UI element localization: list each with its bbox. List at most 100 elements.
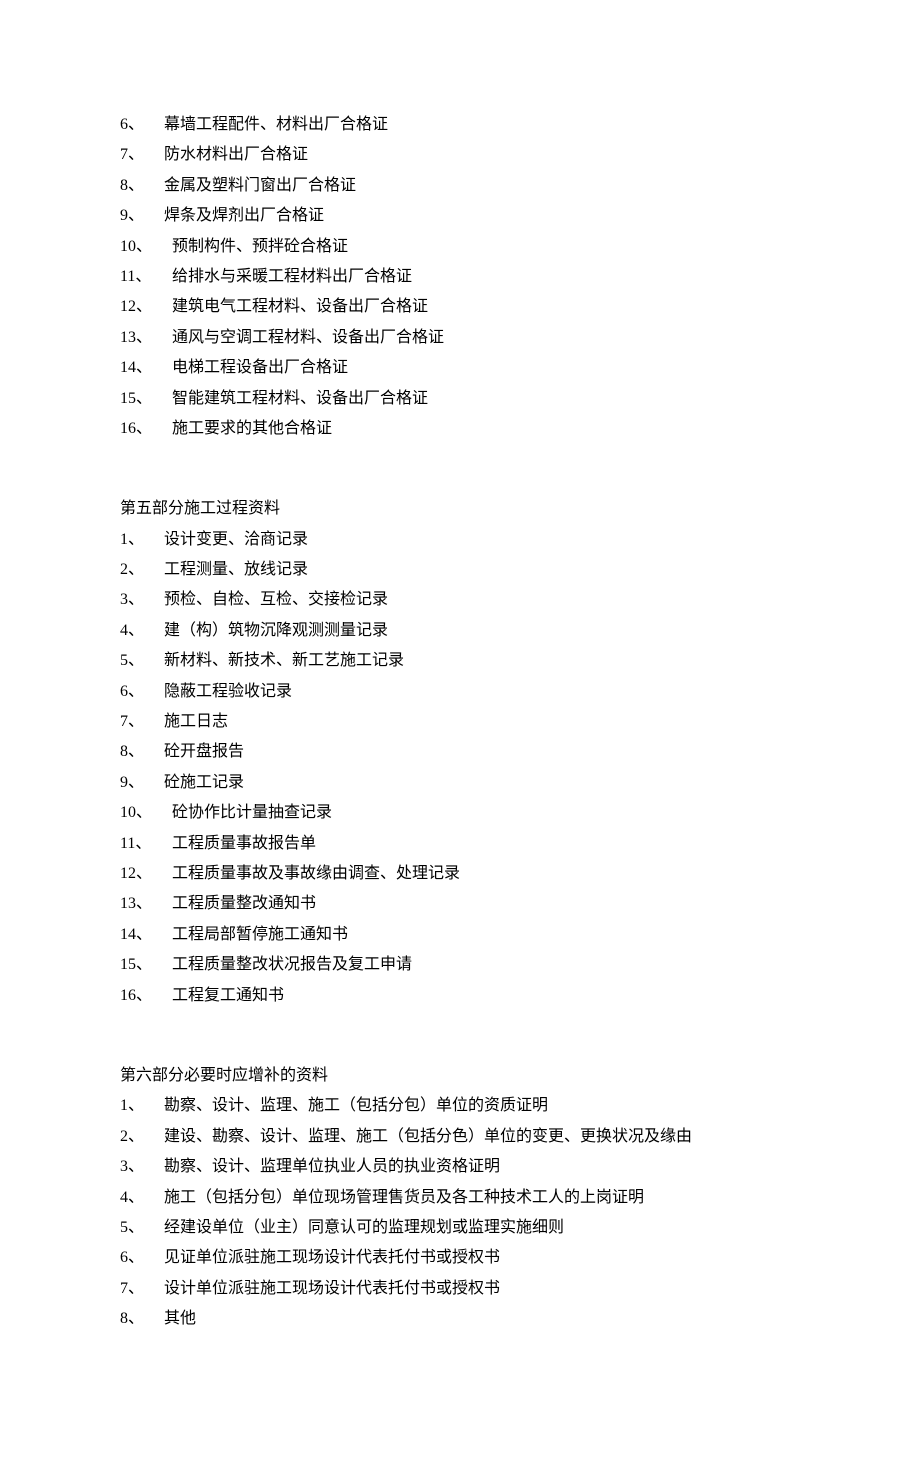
item-number: 10、 xyxy=(120,232,172,262)
list-item: 7、 设计单位派驻施工现场设计代表托付书或授权书 xyxy=(120,1274,800,1304)
list-item: 6、 幕墙工程配件、材料出厂合格证 xyxy=(120,110,800,140)
section-title: 第五部分施工过程资料 xyxy=(120,494,800,524)
item-text: 工程质量整改状况报告及复工申请 xyxy=(172,950,800,980)
item-number: 13、 xyxy=(120,323,172,353)
list-item: 5、 经建设单位（业主）同意认可的监理规划或监理实施细则 xyxy=(120,1213,800,1243)
list-item: 11、 给排水与采暖工程材料出厂合格证 xyxy=(120,262,800,292)
list-item: 15、 智能建筑工程材料、设备出厂合格证 xyxy=(120,384,800,414)
item-number: 16、 xyxy=(120,981,172,1011)
list-item: 9、 焊条及焊剂出厂合格证 xyxy=(120,201,800,231)
list-item: 12、 建筑电气工程材料、设备出厂合格证 xyxy=(120,292,800,322)
item-text: 隐蔽工程验收记录 xyxy=(164,677,800,707)
list-item: 3、 勘察、设计、监理单位执业人员的执业资格证明 xyxy=(120,1152,800,1182)
item-number: 2、 xyxy=(120,555,164,585)
item-number: 15、 xyxy=(120,950,172,980)
item-text: 设计变更、洽商记录 xyxy=(164,525,800,555)
section-6: 第六部分必要时应增补的资料 1、 勘察、设计、监理、施工（包括分包）单位的资质证… xyxy=(120,1061,800,1335)
item-number: 8、 xyxy=(120,171,164,201)
item-text: 防水材料出厂合格证 xyxy=(164,140,800,170)
item-text: 施工日志 xyxy=(164,707,800,737)
item-text: 工程质量整改通知书 xyxy=(172,889,800,919)
list-item: 2、 工程测量、放线记录 xyxy=(120,555,800,585)
list-item: 13、 通风与空调工程材料、设备出厂合格证 xyxy=(120,323,800,353)
item-number: 16、 xyxy=(120,414,172,444)
item-text: 工程质量事故报告单 xyxy=(172,829,800,859)
list-item: 7、 防水材料出厂合格证 xyxy=(120,140,800,170)
continuation-group: 6、 幕墙工程配件、材料出厂合格证 7、 防水材料出厂合格证 8、 金属及塑料门… xyxy=(120,110,800,444)
item-number: 9、 xyxy=(120,201,164,231)
item-text: 工程测量、放线记录 xyxy=(164,555,800,585)
item-number: 3、 xyxy=(120,585,164,615)
item-text: 其他 xyxy=(164,1304,800,1334)
item-number: 7、 xyxy=(120,1274,164,1304)
item-text: 施工（包括分包）单位现场管理售货员及各工种技术工人的上岗证明 xyxy=(164,1183,800,1213)
item-number: 8、 xyxy=(120,1304,164,1334)
item-text: 幕墙工程配件、材料出厂合格证 xyxy=(164,110,800,140)
item-text: 焊条及焊剂出厂合格证 xyxy=(164,201,800,231)
list-item: 9、 砼施工记录 xyxy=(120,768,800,798)
list-item: 7、 施工日志 xyxy=(120,707,800,737)
item-number: 14、 xyxy=(120,353,172,383)
list-item: 15、 工程质量整改状况报告及复工申请 xyxy=(120,950,800,980)
item-number: 11、 xyxy=(120,262,172,292)
list-item: 16、 施工要求的其他合格证 xyxy=(120,414,800,444)
list-item: 8、 金属及塑料门窗出厂合格证 xyxy=(120,171,800,201)
list-item: 11、 工程质量事故报告单 xyxy=(120,829,800,859)
section-5: 第五部分施工过程资料 1、 设计变更、洽商记录 2、 工程测量、放线记录 3、 … xyxy=(120,494,800,1011)
item-text: 电梯工程设备出厂合格证 xyxy=(172,353,800,383)
list-item: 14、 电梯工程设备出厂合格证 xyxy=(120,353,800,383)
item-text: 工程复工通知书 xyxy=(172,981,800,1011)
list-item: 4、 建（构）筑物沉降观测测量记录 xyxy=(120,616,800,646)
list-item: 14、 工程局部暂停施工通知书 xyxy=(120,920,800,950)
list-item: 2、 建设、勘察、设计、监理、施工（包括分色）单位的变更、更换状况及缘由 xyxy=(120,1122,800,1152)
item-text: 施工要求的其他合格证 xyxy=(172,414,800,444)
list-item: 4、 施工（包括分包）单位现场管理售货员及各工种技术工人的上岗证明 xyxy=(120,1183,800,1213)
item-number: 7、 xyxy=(120,140,164,170)
list-item: 8、 砼开盘报告 xyxy=(120,737,800,767)
item-number: 11、 xyxy=(120,829,172,859)
item-number: 14、 xyxy=(120,920,172,950)
section-title: 第六部分必要时应增补的资料 xyxy=(120,1061,800,1091)
item-number: 12、 xyxy=(120,859,172,889)
list-item: 1、 设计变更、洽商记录 xyxy=(120,525,800,555)
item-number: 1、 xyxy=(120,1091,164,1121)
item-text: 砼协作比计量抽查记录 xyxy=(172,798,800,828)
item-text: 通风与空调工程材料、设备出厂合格证 xyxy=(172,323,800,353)
item-number: 1、 xyxy=(120,525,164,555)
item-number: 10、 xyxy=(120,798,172,828)
item-text: 给排水与采暖工程材料出厂合格证 xyxy=(172,262,800,292)
item-number: 6、 xyxy=(120,1243,164,1273)
item-number: 6、 xyxy=(120,110,164,140)
item-number: 3、 xyxy=(120,1152,164,1182)
list-item: 12、 工程质量事故及事故缘由调查、处理记录 xyxy=(120,859,800,889)
item-text: 砼开盘报告 xyxy=(164,737,800,767)
item-number: 8、 xyxy=(120,737,164,767)
list-item: 8、 其他 xyxy=(120,1304,800,1334)
item-number: 4、 xyxy=(120,616,164,646)
item-number: 7、 xyxy=(120,707,164,737)
list-item: 10、 预制构件、预拌砼合格证 xyxy=(120,232,800,262)
list-item: 3、 预检、自检、互检、交接检记录 xyxy=(120,585,800,615)
list-item: 6、 隐蔽工程验收记录 xyxy=(120,677,800,707)
item-text: 经建设单位（业主）同意认可的监理规划或监理实施细则 xyxy=(164,1213,800,1243)
item-number: 5、 xyxy=(120,646,164,676)
item-number: 4、 xyxy=(120,1183,164,1213)
item-number: 15、 xyxy=(120,384,172,414)
list-item: 13、 工程质量整改通知书 xyxy=(120,889,800,919)
item-text: 工程局部暂停施工通知书 xyxy=(172,920,800,950)
item-text: 工程质量事故及事故缘由调查、处理记录 xyxy=(172,859,800,889)
list-item: 10、 砼协作比计量抽查记录 xyxy=(120,798,800,828)
item-number: 2、 xyxy=(120,1122,164,1152)
item-text: 建设、勘察、设计、监理、施工（包括分色）单位的变更、更换状况及缘由 xyxy=(164,1122,800,1152)
list-item: 6、 见证单位派驻施工现场设计代表托付书或授权书 xyxy=(120,1243,800,1273)
item-text: 勘察、设计、监理单位执业人员的执业资格证明 xyxy=(164,1152,800,1182)
item-text: 设计单位派驻施工现场设计代表托付书或授权书 xyxy=(164,1274,800,1304)
item-text: 预检、自检、互检、交接检记录 xyxy=(164,585,800,615)
item-number: 5、 xyxy=(120,1213,164,1243)
item-text: 智能建筑工程材料、设备出厂合格证 xyxy=(172,384,800,414)
item-number: 9、 xyxy=(120,768,164,798)
item-text: 建（构）筑物沉降观测测量记录 xyxy=(164,616,800,646)
item-text: 见证单位派驻施工现场设计代表托付书或授权书 xyxy=(164,1243,800,1273)
item-text: 砼施工记录 xyxy=(164,768,800,798)
item-text: 预制构件、预拌砼合格证 xyxy=(172,232,800,262)
